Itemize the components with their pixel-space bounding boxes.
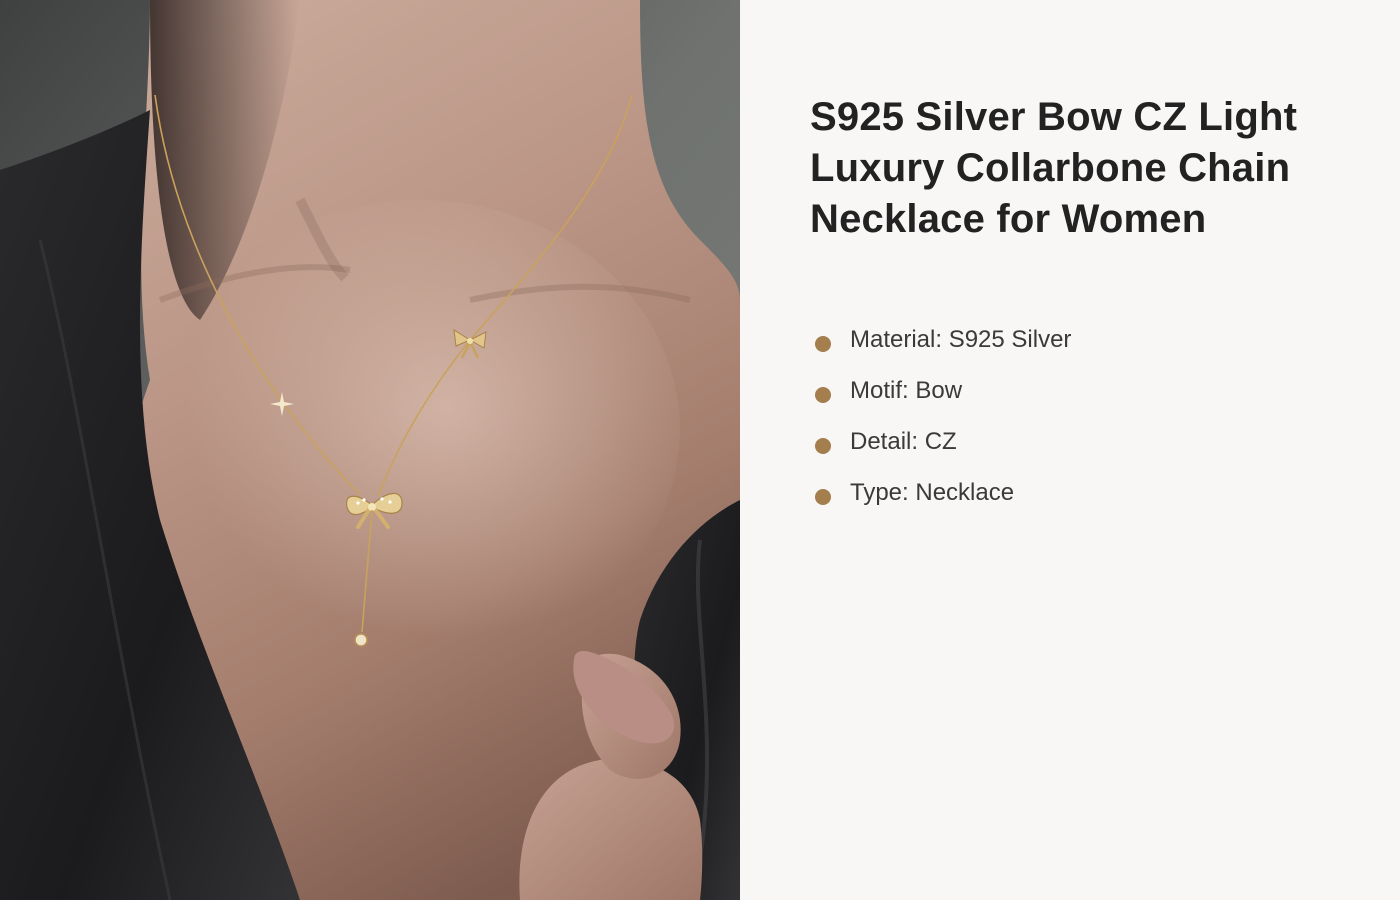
product-info-panel: S925 Silver Bow CZ Light Luxury Collarbo… (740, 0, 1400, 900)
product-photo (0, 0, 740, 900)
bullet-icon (815, 438, 831, 454)
spec-label: Type: Necklace (850, 479, 1015, 506)
spec-list: Material: S925 Silver Motif: Bow Detail:… (812, 322, 1071, 526)
spec-item-motif: Motif: Bow (812, 373, 1071, 424)
necklace-photo-illustration (0, 0, 740, 900)
spec-label: Motif: Bow (850, 377, 963, 404)
spec-item-type: Type: Necklace (812, 475, 1071, 526)
spec-label: Material: S925 Silver (850, 326, 1072, 353)
spec-item-detail: Detail: CZ (812, 424, 1071, 475)
spec-item-material: Material: S925 Silver (812, 322, 1071, 373)
product-card: S925 Silver Bow CZ Light Luxury Collarbo… (0, 0, 1400, 900)
bullet-icon (815, 489, 831, 505)
bullet-icon (815, 336, 831, 352)
bullet-icon (815, 387, 831, 403)
spec-label: Detail: CZ (850, 428, 957, 455)
cz-drop-icon (354, 633, 368, 647)
product-title: S925 Silver Bow CZ Light Luxury Collarbo… (810, 95, 1298, 241)
